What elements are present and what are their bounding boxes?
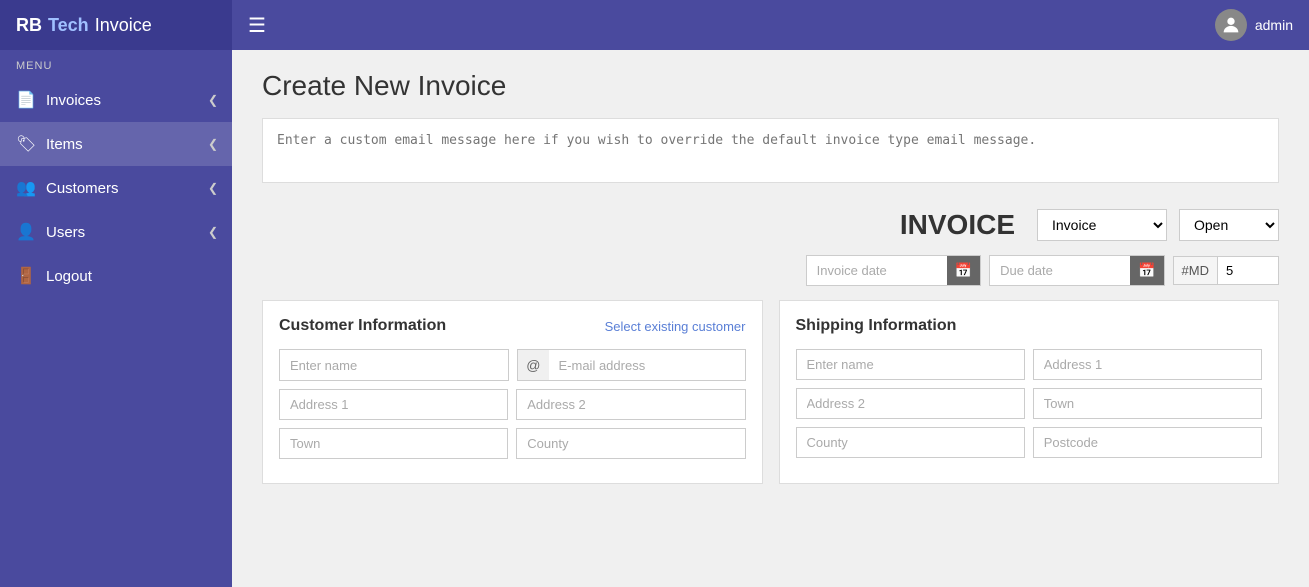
shipping-county-row (796, 427, 1263, 458)
invoice-header: INVOICE Invoice Quote Credit Note Open P… (232, 199, 1309, 255)
hamburger-icon[interactable]: ☰ (248, 13, 266, 38)
customer-name-row: @ (279, 349, 746, 381)
invoices-icon: 📄 (16, 90, 36, 110)
email-message-input[interactable] (263, 119, 1278, 179)
brand-tech: Tech (48, 15, 89, 36)
avatar (1215, 9, 1247, 41)
chevron-icon: ❮ (208, 225, 218, 239)
at-symbol: @ (517, 349, 548, 381)
shipping-panel-header: Shipping Information (796, 317, 1263, 335)
customer-address1-row (279, 389, 746, 420)
sidebar-item-logout[interactable]: 🚪 Logout (0, 254, 232, 298)
items-icon: 🏷 (16, 134, 36, 154)
shipping-address2-row (796, 388, 1263, 419)
sidebar-item-invoices[interactable]: 📄 Invoices ❮ (0, 78, 232, 122)
shipping-name-row (796, 349, 1263, 380)
brand-invoice: Invoice (95, 15, 152, 36)
shipping-address1-input[interactable] (1033, 349, 1262, 380)
invoice-date-input[interactable] (807, 257, 947, 284)
sidebar-item-customers-label: Customers (46, 180, 119, 197)
shipping-panel-title: Shipping Information (796, 317, 957, 335)
due-date-group: 📅 (989, 255, 1164, 286)
chevron-icon: ❮ (208, 93, 218, 107)
main-content: Create New Invoice INVOICE Invoice Quote… (232, 50, 1309, 587)
customer-name-input[interactable] (279, 349, 509, 381)
invoice-status-select[interactable]: Open Paid Draft (1179, 209, 1279, 241)
due-date-calendar-button[interactable]: 📅 (1130, 256, 1163, 285)
customers-icon: 👥 (16, 178, 36, 198)
page-header: Create New Invoice (232, 50, 1309, 118)
users-icon: 👤 (16, 222, 36, 242)
brand: RB Tech Invoice (0, 0, 232, 50)
invoice-dates: 📅 📅 #MD (232, 255, 1309, 300)
customer-panel-header: Customer Information Select existing cus… (279, 317, 746, 335)
customer-town-row (279, 428, 746, 459)
sidebar: RB Tech Invoice MENU 📄 Invoices ❮ 🏷 Item… (0, 0, 232, 587)
email-message-area (262, 118, 1279, 183)
invoice-date-calendar-button[interactable]: 📅 (947, 256, 980, 285)
customer-address2-input[interactable] (516, 389, 745, 420)
shipping-postcode-input[interactable] (1033, 427, 1262, 458)
logout-icon: 🚪 (16, 266, 36, 286)
sidebar-item-invoices-label: Invoices (46, 92, 101, 109)
customer-address1-input[interactable] (279, 389, 508, 420)
invoice-number-group: #MD (1173, 256, 1279, 285)
shipping-address2-input[interactable] (796, 388, 1025, 419)
customer-panel: Customer Information Select existing cus… (262, 300, 763, 484)
sidebar-item-users-label: Users (46, 224, 85, 241)
shipping-county-input[interactable] (796, 427, 1025, 458)
topbar: ☰ admin (232, 0, 1309, 50)
invoice-number-prefix: #MD (1174, 257, 1218, 284)
shipping-town-input[interactable] (1033, 388, 1262, 419)
select-existing-customer-link[interactable]: Select existing customer (605, 319, 746, 334)
invoice-date-group: 📅 (806, 255, 981, 286)
sidebar-item-items[interactable]: 🏷 Items ❮ (0, 122, 232, 166)
sidebar-item-users[interactable]: 👤 Users ❮ (0, 210, 232, 254)
shipping-name-input[interactable] (796, 349, 1025, 380)
user-label: admin (1255, 17, 1293, 33)
chevron-icon: ❮ (208, 181, 218, 195)
invoice-number-input[interactable] (1218, 257, 1278, 284)
menu-label: MENU (0, 50, 232, 78)
customer-email-input[interactable] (549, 349, 746, 381)
due-date-input[interactable] (990, 257, 1130, 284)
invoice-type-select[interactable]: Invoice Quote Credit Note (1037, 209, 1167, 241)
email-wrap: @ (517, 349, 745, 381)
customer-panel-title: Customer Information (279, 317, 446, 335)
chevron-icon: ❮ (208, 137, 218, 151)
panels-row: Customer Information Select existing cus… (232, 300, 1309, 484)
shipping-panel: Shipping Information (779, 300, 1280, 484)
invoice-label: INVOICE (900, 209, 1015, 241)
sidebar-item-customers[interactable]: 👥 Customers ❮ (0, 166, 232, 210)
customer-county-input[interactable] (516, 428, 745, 459)
user-menu[interactable]: admin (1215, 9, 1293, 41)
sidebar-item-logout-label: Logout (46, 268, 92, 285)
sidebar-item-items-label: Items (46, 136, 83, 153)
brand-rb: RB (16, 15, 42, 36)
page-title: Create New Invoice (262, 70, 1279, 102)
customer-town-input[interactable] (279, 428, 508, 459)
